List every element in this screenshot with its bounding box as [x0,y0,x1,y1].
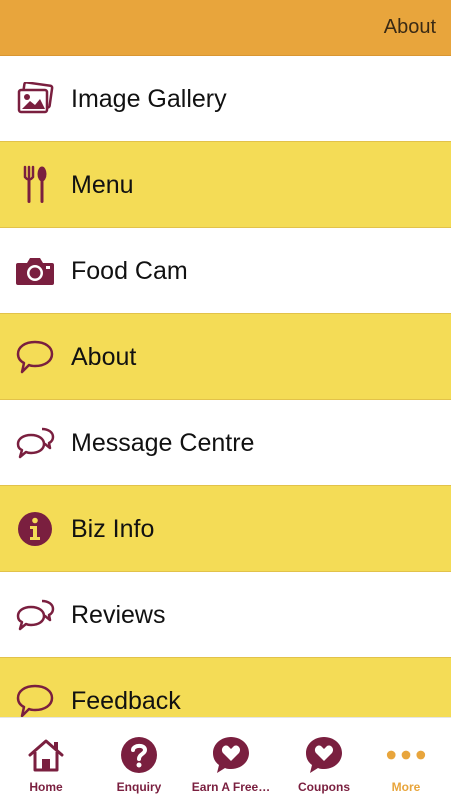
bottom-tab-bar: Home Enquiry Earn A Free… Coupons More [0,717,451,800]
menu-item-reviews[interactable]: Reviews [0,572,451,658]
heart-bubble-icon [304,736,344,774]
menu-item-food-cam[interactable]: Food Cam [0,228,451,314]
question-icon [119,736,159,774]
menu-item-label: Message Centre [71,429,255,457]
fork-spoon-icon [15,165,55,205]
menu-list: Image Gallery Menu Food Cam About Messag… [0,56,451,717]
info-icon [15,509,55,549]
speech-bubble-icon [15,681,55,717]
menu-item-about[interactable]: About [0,314,451,400]
menu-item-label: Reviews [71,601,166,629]
menu-item-biz-info[interactable]: Biz Info [0,486,451,572]
tab-label: Enquiry [116,780,162,794]
speech-bubble-icon [15,337,55,377]
heart-bubble-icon [211,736,251,774]
tab-home[interactable]: Home [1,718,91,800]
tab-enquiry[interactable]: Enquiry [94,718,184,800]
home-icon [26,736,66,774]
menu-item-menu[interactable]: Menu [0,142,451,228]
tab-label: More [391,780,421,794]
tab-more[interactable]: More [361,718,451,800]
top-bar: About [0,0,451,56]
tab-coupons[interactable]: Coupons [279,718,369,800]
menu-item-label: Biz Info [71,515,155,543]
chat-bubbles-icon [15,423,55,463]
image-gallery-icon [15,79,55,119]
chat-bubbles-icon [15,595,55,635]
more-dots-icon [386,736,426,774]
tab-earn-a-free[interactable]: Earn A Free… [186,718,276,800]
camera-icon [15,251,55,291]
menu-item-label: Feedback [71,687,181,715]
menu-item-image-gallery[interactable]: Image Gallery [0,56,451,142]
menu-item-message-centre[interactable]: Message Centre [0,400,451,486]
tab-label: Coupons [298,780,350,794]
page-title: About [383,16,436,38]
menu-item-feedback[interactable]: Feedback [0,658,451,717]
menu-item-label: Image Gallery [71,85,227,113]
tab-label: Earn A Free… [191,780,271,794]
menu-item-label: Menu [71,171,134,199]
tab-label: Home [29,780,63,794]
menu-item-label: Food Cam [71,257,188,285]
menu-item-label: About [71,343,137,371]
